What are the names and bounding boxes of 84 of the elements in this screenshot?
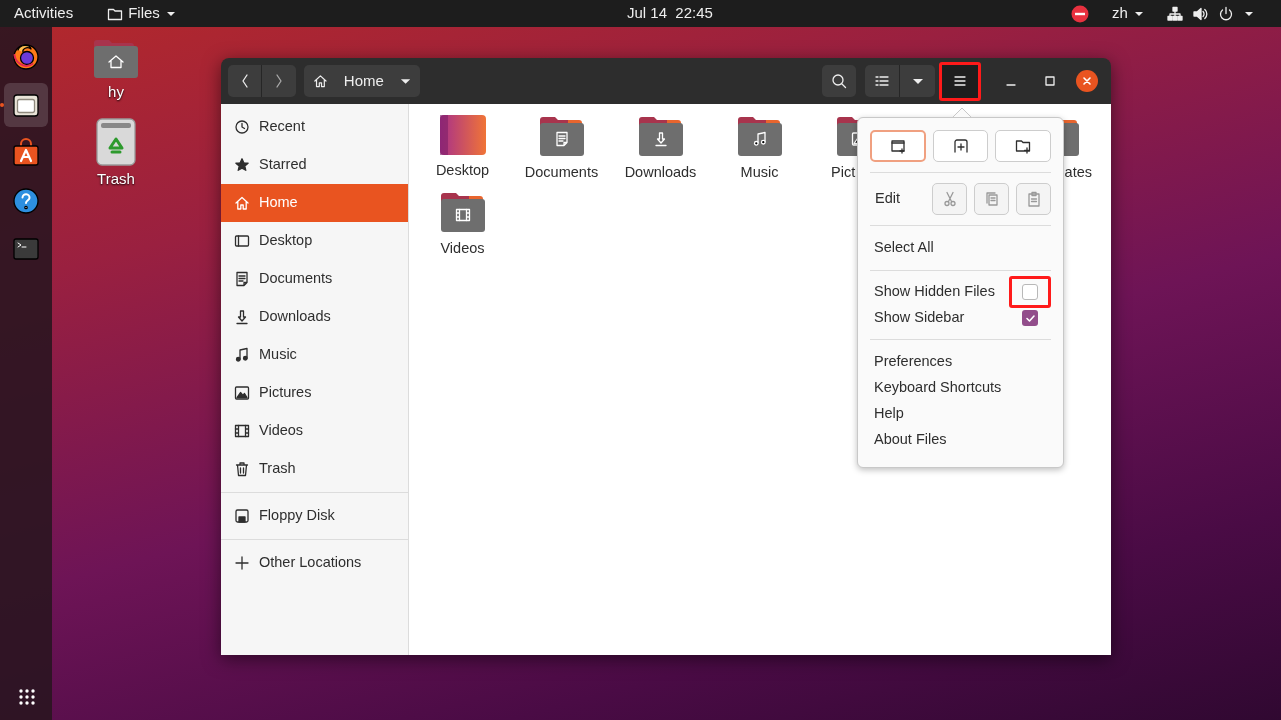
- menu-item[interactable]: Help: [870, 401, 1051, 427]
- do-not-disturb-icon: [1071, 4, 1089, 23]
- paste-icon: [1025, 191, 1042, 207]
- checkbox[interactable]: [1022, 310, 1038, 326]
- new-tab-button[interactable]: [932, 130, 989, 162]
- menu-icon: [953, 74, 967, 88]
- sidebar-item[interactable]: Floppy Disk: [221, 497, 408, 535]
- clock-icon: [234, 119, 250, 135]
- menu-item[interactable]: About Files: [870, 427, 1051, 453]
- checkbox[interactable]: [1022, 284, 1038, 300]
- menu-button[interactable]: [939, 61, 981, 101]
- menu-toggle-item[interactable]: Show Hidden Files: [870, 279, 1051, 305]
- new-folder-button[interactable]: [995, 130, 1051, 162]
- minimize-icon: [1006, 83, 1016, 86]
- close-button[interactable]: [1076, 70, 1098, 92]
- new-window-button[interactable]: [870, 130, 926, 162]
- sidebar-item[interactable]: Desktop: [221, 222, 408, 260]
- scissors-icon: [941, 191, 958, 207]
- app-menu[interactable]: Files: [107, 2, 177, 25]
- folder-label[interactable]: Videos: [440, 238, 485, 260]
- sidebar-item[interactable]: Home: [221, 184, 408, 222]
- sidebar-item[interactable]: Pictures: [221, 374, 408, 412]
- search-icon: [831, 73, 847, 89]
- sidebar-item[interactable]: Music: [221, 336, 408, 374]
- firefox-browser-icon: [11, 42, 41, 72]
- new-tab-icon: [952, 138, 969, 154]
- clock[interactable]: Jul 14 22:45: [627, 2, 713, 25]
- app-grid-icon: [18, 688, 36, 706]
- list-icon: [874, 74, 890, 88]
- trash-can-icon: [234, 461, 250, 477]
- folder-label[interactable]: Documents: [524, 162, 599, 184]
- sidebar-item[interactable]: Other Locations: [221, 544, 408, 582]
- menu-toggle-item[interactable]: Show Sidebar: [870, 305, 1051, 331]
- desktop-icon-label[interactable]: hy: [108, 81, 124, 104]
- menu-item-label: Show Hidden Files: [874, 282, 995, 302]
- maximize-icon: [1044, 75, 1056, 87]
- film-icon: [234, 423, 250, 439]
- sidebar-item[interactable]: Videos: [221, 412, 408, 450]
- shopping-bag-icon: [11, 138, 41, 168]
- location-button[interactable]: Home: [304, 65, 420, 97]
- close-icon: [1081, 75, 1093, 87]
- menu-item[interactable]: Preferences: [870, 349, 1051, 375]
- sidebar-item[interactable]: Trash: [221, 450, 408, 488]
- sidebar-item[interactable]: Documents: [221, 260, 408, 298]
- search-button[interactable]: [822, 65, 856, 97]
- running-indicator: [0, 103, 4, 107]
- document-icon: [234, 271, 250, 287]
- home-folder-icon: [92, 37, 140, 79]
- input-method-menu[interactable]: zh: [1112, 2, 1145, 25]
- folder-icon: [438, 190, 487, 234]
- menu-item[interactable]: Keyboard Shortcuts: [870, 375, 1051, 401]
- folder-icon: [537, 114, 586, 158]
- new-window-icon: [889, 138, 906, 154]
- folder-label[interactable]: Downloads: [624, 162, 697, 184]
- picture-icon: [234, 385, 250, 401]
- checkmark-icon: [1024, 312, 1036, 324]
- home-icon: [234, 195, 250, 211]
- star-icon: [234, 157, 250, 173]
- download-icon: [234, 309, 250, 325]
- folder-icon: [636, 114, 685, 158]
- folder-icon: [735, 114, 784, 158]
- copy-icon: [983, 191, 1000, 207]
- edit-label: Edit: [875, 189, 900, 209]
- folder-label[interactable]: Music: [740, 162, 779, 184]
- folder-label[interactable]: ates: [1064, 162, 1106, 184]
- activities-button[interactable]: Activities: [14, 2, 74, 25]
- desktop-icon: [234, 233, 250, 249]
- music-note-icon: [234, 347, 250, 363]
- plus-icon: [234, 555, 250, 571]
- network-icon: [1166, 5, 1183, 22]
- sidebar-item[interactable]: Recent: [221, 108, 408, 146]
- question-mark-icon: [11, 186, 41, 216]
- sidebar-item[interactable]: Downloads: [221, 298, 408, 336]
- volume-icon: [1191, 5, 1208, 22]
- desktop-icon-label[interactable]: Trash: [97, 167, 135, 190]
- new-folder-icon: [1015, 138, 1032, 154]
- menu-item-label: Show Sidebar: [874, 308, 965, 328]
- select-all-item[interactable]: Select All: [870, 236, 1051, 260]
- desktop-folder-icon: [438, 114, 487, 156]
- folder-label[interactable]: Pict: [809, 162, 856, 184]
- folder-label[interactable]: Desktop: [435, 160, 490, 182]
- home-icon: [313, 73, 328, 89]
- power-icon: [1217, 5, 1234, 22]
- sidebar-item[interactable]: Starred: [221, 146, 408, 184]
